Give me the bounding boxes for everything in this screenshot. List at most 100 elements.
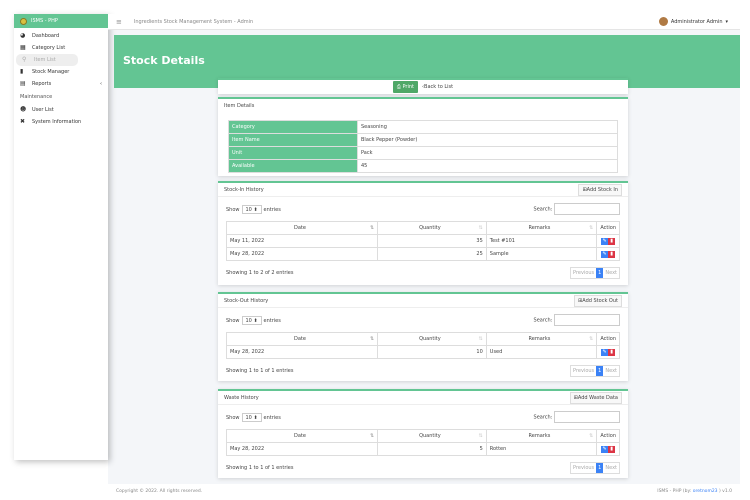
search-input[interactable] bbox=[554, 203, 620, 215]
quantity-cell: 35 bbox=[377, 234, 487, 248]
date-header[interactable]: Date ⇅ bbox=[225, 429, 379, 443]
page-1-button[interactable]: 1 bbox=[596, 463, 604, 473]
date-cell: May 28, 2022 bbox=[225, 442, 379, 456]
add-button[interactable]: ⊞Add Waste Data bbox=[569, 391, 622, 404]
label: Date bbox=[294, 433, 306, 439]
sidebar-item-category-list[interactable]: ▦ Category List bbox=[14, 42, 108, 54]
remarks-header[interactable]: Remarks ⇅ bbox=[485, 332, 598, 346]
sidebar: ISMS - PHP ◕ Dashboard ▦ Category List ⚲ It… bbox=[14, 14, 108, 460]
previous-button[interactable]: Previous bbox=[571, 366, 596, 376]
history-table: Date ⇅ Quantity ⇅ Remarks ⇅ Action May 28, 2… bbox=[225, 332, 620, 359]
entries-select[interactable]: 10 ⬍ bbox=[241, 412, 262, 422]
back-to-list-button[interactable]: ‹Back to List bbox=[422, 84, 453, 90]
table-header: Date ⇅ Quantity ⇅ Remarks ⇅ Action bbox=[225, 429, 620, 443]
menu-toggle-icon[interactable]: ≡ bbox=[116, 18, 122, 26]
label: Print bbox=[402, 84, 415, 90]
detail-row: Item Name Black Pepper (Powder) bbox=[228, 133, 618, 147]
label: Dashboard bbox=[32, 33, 60, 39]
table-header: Date ⇅ Quantity ⇅ Remarks ⇅ Action bbox=[225, 221, 620, 235]
card-title: Stock-In History bbox=[224, 186, 264, 193]
remarks-cell: Sample bbox=[485, 247, 598, 261]
delete-icon[interactable]: ▮ bbox=[608, 445, 616, 453]
length-control: Show 10 ⬍ entries bbox=[226, 315, 281, 325]
caret-down-icon: ▾ bbox=[725, 18, 728, 25]
brand-name: ISMS - PHP bbox=[31, 18, 58, 24]
label: Stock Manager bbox=[32, 69, 70, 75]
sort-icon: ⇅ bbox=[589, 433, 594, 439]
next-button[interactable]: Next bbox=[603, 268, 619, 278]
detail-row: Unit Pack bbox=[228, 146, 618, 160]
remarks-header[interactable]: Remarks ⇅ bbox=[485, 429, 598, 443]
navbar: ≡ Ingredients Stock Management System - … bbox=[108, 14, 740, 30]
pagination: Previous 1 Next bbox=[570, 267, 620, 279]
previous-button[interactable]: Previous bbox=[571, 268, 596, 278]
date-header[interactable]: Date ⇅ bbox=[225, 221, 379, 235]
quantity-header[interactable]: Quantity ⇅ bbox=[377, 332, 487, 346]
stock-in-card: Stock-In History ⊞Add Stock In Show 10 ⬍ en… bbox=[218, 181, 628, 285]
page-1-button[interactable]: 1 bbox=[596, 366, 604, 376]
sort-icon: ⇅ bbox=[369, 225, 375, 231]
detail-value: Pack bbox=[357, 146, 618, 160]
author-link[interactable]: oretnom23 bbox=[693, 489, 718, 494]
value: 10 bbox=[245, 317, 252, 324]
label: Add Waste Data bbox=[577, 394, 618, 401]
action-header: Action bbox=[596, 221, 620, 235]
quantity-header[interactable]: Quantity ⇅ bbox=[377, 429, 487, 443]
label: Search: bbox=[533, 206, 553, 213]
detail-label: Item Name bbox=[228, 133, 358, 147]
page-1-button[interactable]: 1 bbox=[596, 268, 604, 278]
detail-row: Category Seasoning bbox=[228, 120, 618, 134]
entries-select[interactable]: 10 ⬍ bbox=[241, 315, 262, 325]
search-input[interactable] bbox=[554, 314, 620, 326]
label: Quantity bbox=[419, 225, 441, 231]
sidebar-item-stock-manager[interactable]: ▮ Stock Manager bbox=[14, 66, 108, 78]
brand[interactable]: ISMS - PHP bbox=[14, 14, 108, 28]
sidebar-item-item-list[interactable]: ⚲ Item List bbox=[16, 54, 78, 66]
user-menu[interactable]: Administrator Admin ▾ bbox=[658, 17, 728, 26]
sidebar-item-dashboard[interactable]: ◕ Dashboard bbox=[14, 30, 108, 42]
next-button[interactable]: Next bbox=[603, 366, 619, 376]
edit-icon[interactable]: ✎ bbox=[601, 237, 609, 245]
delete-icon[interactable]: ▮ bbox=[608, 250, 616, 258]
entries-select[interactable]: 10 ⬍ bbox=[241, 204, 262, 214]
delete-icon[interactable]: ▮ bbox=[608, 348, 616, 356]
table-info: Showing 1 to 2 of 2 entries bbox=[226, 270, 294, 276]
history-table: Date ⇅ Quantity ⇅ Remarks ⇅ Action May 11, 2… bbox=[225, 221, 620, 261]
sidebar-item-user-list[interactable]: ☻ User List bbox=[14, 104, 108, 116]
credit-suffix: ) v1.0 bbox=[717, 489, 732, 494]
sort-icon: ⇅ bbox=[369, 336, 375, 342]
quantity-cell: 25 bbox=[377, 247, 487, 261]
sidebar-item-reports[interactable]: ▤ Reports ‹ bbox=[14, 78, 108, 90]
edit-icon[interactable]: ✎ bbox=[601, 348, 609, 356]
item-details-card: Item Details Category Seasoning Item Name B… bbox=[218, 97, 628, 176]
date-header[interactable]: Date ⇅ bbox=[225, 332, 379, 346]
label: Remarks bbox=[528, 336, 551, 342]
edit-icon[interactable]: ✎ bbox=[601, 250, 609, 258]
date-cell: May 11, 2022 bbox=[225, 234, 379, 248]
action-cell: ✎ ▮ bbox=[596, 442, 620, 456]
sort-icon: ⇅ bbox=[589, 336, 594, 342]
stock-out-card: Stock-Out History ⊞Add Stock Out Show 10 ⬍… bbox=[218, 292, 628, 381]
navbar-title: Ingredients Stock Management System - Ad… bbox=[133, 18, 254, 25]
label: System Information bbox=[32, 119, 82, 125]
search-control: Search: bbox=[534, 203, 620, 215]
print-button[interactable]: ⎙ Print bbox=[392, 81, 419, 93]
search-input[interactable] bbox=[554, 411, 620, 423]
sort-icon: ⇅ bbox=[478, 433, 483, 439]
avatar bbox=[658, 17, 668, 26]
detail-label: Category bbox=[228, 120, 358, 134]
table-info: Showing 1 to 1 of 1 entries bbox=[226, 368, 294, 374]
next-button[interactable]: Next bbox=[603, 463, 619, 473]
label: Reports bbox=[32, 81, 52, 87]
label: User List bbox=[32, 107, 54, 113]
remarks-header[interactable]: Remarks ⇅ bbox=[485, 221, 598, 235]
delete-icon[interactable]: ▮ bbox=[608, 237, 616, 245]
card-title: Stock-Out History bbox=[224, 297, 269, 304]
add-button[interactable]: ⊞Add Stock Out bbox=[574, 294, 622, 307]
add-button[interactable]: ⊞Add Stock In bbox=[578, 183, 622, 196]
quantity-header[interactable]: Quantity ⇅ bbox=[377, 221, 487, 235]
sidebar-item-system-information[interactable]: ✖ System Information bbox=[14, 116, 108, 128]
previous-button[interactable]: Previous bbox=[571, 463, 596, 473]
history-table: Date ⇅ Quantity ⇅ Remarks ⇅ Action May 28, 2… bbox=[225, 429, 620, 456]
edit-icon[interactable]: ✎ bbox=[601, 445, 609, 453]
